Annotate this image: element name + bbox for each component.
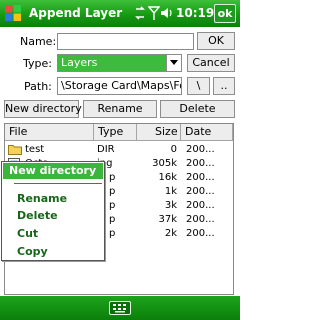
app-title: Append Layer: [29, 6, 123, 20]
cancel-button[interactable]: Cancel: [187, 54, 235, 72]
menu-item-delete[interactable]: Delete: [3, 208, 103, 224]
title-ok-button[interactable]: ok: [214, 4, 236, 23]
bottom-bar: [0, 296, 240, 320]
windows-logo-icon[interactable]: [4, 4, 22, 22]
name-input[interactable]: [57, 33, 194, 50]
file-type: p: [109, 228, 116, 239]
file-size: 1k: [164, 186, 177, 197]
chevron-down-icon[interactable]: [166, 55, 181, 71]
file-size: 2k: [164, 228, 177, 239]
path-input[interactable]: \Storage Card\Maps\For: [57, 77, 182, 95]
new-directory-button[interactable]: New directory: [4, 100, 82, 118]
file-date: 200...: [186, 158, 215, 169]
title-bar: Append Layer 10:19 ok: [0, 0, 240, 27]
up-directory-button[interactable]: ..: [213, 77, 235, 95]
file-type: p: [109, 214, 116, 225]
file-size: 305k: [152, 158, 177, 169]
volume-icon[interactable]: [160, 5, 174, 21]
file-date: 200...: [186, 172, 215, 183]
rename-button[interactable]: Rename: [83, 100, 157, 118]
menu-item-new-directory[interactable]: New directory: [3, 163, 103, 179]
antenna-icon[interactable]: [148, 5, 160, 21]
context-menu: New directory Rename Delete Cut Copy: [1, 161, 105, 261]
clock: 10:19: [176, 6, 215, 20]
menu-item-copy[interactable]: Copy: [3, 244, 103, 260]
column-header-size[interactable]: Size: [137, 124, 181, 141]
ok-button[interactable]: OK: [197, 32, 235, 50]
list-item[interactable]: test DIR 0 200...: [5, 143, 233, 157]
path-label: Path:: [24, 80, 52, 93]
folder-icon: [8, 145, 22, 155]
signal-sync-icon[interactable]: [134, 5, 146, 21]
file-date: 200...: [186, 144, 215, 155]
column-header-date[interactable]: Date: [181, 124, 233, 141]
column-header-type[interactable]: Type: [94, 124, 137, 141]
name-label: Name:: [20, 35, 57, 48]
keyboard-icon[interactable]: [109, 301, 131, 315]
menu-item-cut[interactable]: Cut: [3, 226, 103, 242]
file-size: 16k: [158, 172, 177, 183]
file-date: 200...: [186, 214, 215, 225]
file-type: p: [109, 200, 116, 211]
type-select[interactable]: Layers: [57, 54, 182, 72]
file-size: 3k: [164, 200, 177, 211]
file-size: 0: [170, 144, 177, 155]
type-selected-value: Layers: [61, 56, 98, 69]
file-date: 200...: [186, 228, 215, 239]
file-type: p: [109, 186, 116, 197]
root-directory-button[interactable]: \: [187, 77, 210, 95]
file-size: 37k: [158, 214, 177, 225]
column-header-file[interactable]: File: [5, 124, 94, 141]
file-date: 200...: [186, 186, 215, 197]
file-type: DIR: [97, 144, 115, 155]
menu-separator: [14, 183, 102, 184]
delete-button[interactable]: Delete: [160, 100, 235, 118]
menu-item-rename[interactable]: Rename: [3, 191, 103, 207]
file-date: 200...: [186, 200, 215, 211]
type-label: Type:: [23, 57, 52, 70]
file-name: test: [25, 144, 45, 155]
file-type: p: [109, 172, 116, 183]
